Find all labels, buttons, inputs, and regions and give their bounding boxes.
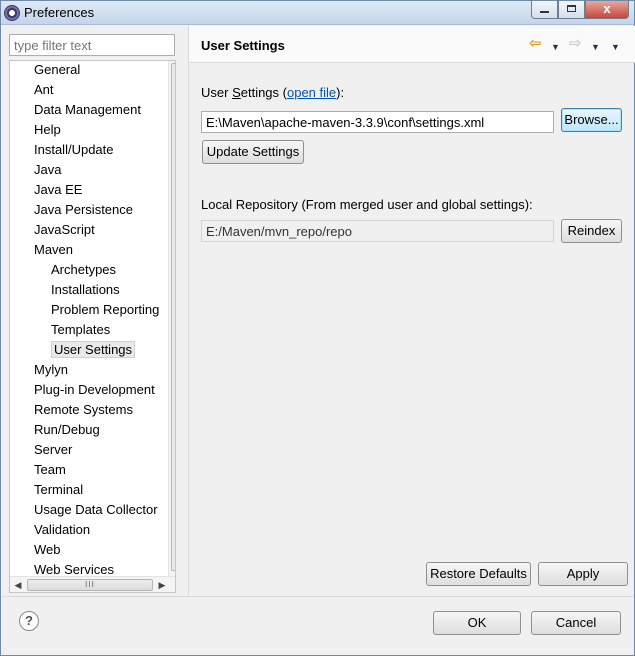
user-settings-label: User Settings (open file): [201,85,344,100]
tree-subitem[interactable]: User Settings [51,341,136,361]
tree-item[interactable]: Web [34,541,61,561]
tree-vertical-scrollbar[interactable] [168,61,176,576]
window-title: Preferences [24,5,95,20]
vertical-scroll-thumb[interactable] [171,63,176,571]
tree-subitem[interactable]: Archetypes [51,261,116,281]
tree-item-label: Java EE [34,182,83,197]
tree-item-label: Server [34,442,73,457]
tree-item-label: Web Services [34,562,114,577]
tree-item-label: Problem Reporting [51,302,160,317]
view-menu-icon[interactable]: ▼ [611,39,620,55]
tree-item-label: Terminal [34,482,84,497]
help-icon[interactable]: ? [19,611,39,631]
maximize-button[interactable] [558,1,585,19]
tree-subitem[interactable]: Templates [51,321,110,341]
tree-item-label: Install/Update [34,142,114,157]
tree-item-label: Java Persistence [34,202,133,217]
tree-item-label: JavaScript [34,222,95,237]
tree-item-label: Archetypes [51,262,117,277]
eclipse-icon [4,5,20,21]
tree-item-label: Maven [34,242,74,257]
minimize-icon [540,11,549,13]
tree-item-label: Installations [51,282,120,297]
page-title: User Settings [201,38,285,53]
tree-item-label: General [34,62,81,77]
preferences-tree: General Ant Data Management Help Install/Upd… [9,60,176,593]
title-bar: Preferences x [1,1,634,25]
local-repository-label: Local Repository (From merged user and g… [201,197,533,212]
tree-item-label: Mylyn [34,362,68,377]
tree-item[interactable]: Help [34,121,61,141]
update-settings-button[interactable]: Update Settings [202,140,304,164]
tree-item-label: Plug-in Development [34,382,155,397]
tree-item[interactable]: Server [34,441,72,461]
scroll-left-arrow-icon[interactable]: ◀ [10,577,26,592]
user-settings-label-prefix: User [201,85,233,100]
local-repository-field: E:/Maven/mvn_repo/repo [201,220,554,242]
user-settings-label-suffix: ): [336,85,345,100]
tree-item[interactable]: Ant [34,81,54,101]
browse-button[interactable]: Browse... [561,108,622,132]
tree-horizontal-scrollbar[interactable]: ◀ III ▶ [10,576,175,592]
tree-item-label: Data Management [34,102,141,117]
tree-item[interactable]: Usage Data Collector [34,501,158,521]
tree-item[interactable]: Java EE [34,181,82,201]
user-settings-label-mnemonic: S [232,85,241,100]
minimize-button[interactable] [531,1,558,19]
settings-file-field[interactable]: E:\Maven\apache-maven-3.3.9\conf\setting… [201,111,554,133]
scroll-right-arrow-icon[interactable]: ▶ [154,577,170,592]
scroll-grip-icon [175,295,176,303]
tree-item-label: Ant [34,82,54,97]
forward-arrow-icon[interactable]: ⇨ [569,36,582,52]
tree-item[interactable]: Validation [34,521,90,541]
tree-item-label: User Settings [51,341,136,358]
tree-item[interactable]: Install/Update [34,141,114,161]
tree-item-label: Usage Data Collector [34,502,158,517]
back-arrow-icon[interactable]: ⇦ [529,36,542,52]
back-dropdown-icon[interactable]: ▼ [551,39,560,55]
tree-item-label: Team [34,462,66,477]
filter-input[interactable] [9,34,175,56]
tree-item[interactable]: Remote Systems [34,401,133,421]
open-file-link[interactable]: open file [287,85,336,100]
tree-item[interactable]: Plug-in Development [34,381,155,401]
user-settings-label-rest: ettings ( [240,85,287,100]
content-header: User Settings ⇦ ▼ ⇨ ▼ ▼ [189,26,635,63]
restore-defaults-button[interactable]: Restore Defaults [426,562,531,586]
tree-item-label: Run/Debug [34,422,100,437]
tree-item[interactable]: Java Persistence [34,201,133,221]
tree-item[interactable]: General [34,61,80,81]
maximize-icon [567,5,576,12]
ok-button[interactable]: OK [433,611,521,635]
content-pane: User Settings ⇦ ▼ ⇨ ▼ ▼ User Settings (o… [188,26,635,595]
tree-item[interactable]: JavaScript [34,221,95,241]
preferences-window: Preferences x General Ant Data Management H… [0,0,635,656]
tree-item[interactable]: Java [34,161,61,181]
close-button[interactable]: x [585,1,629,19]
tree-item-label: Validation [34,522,91,537]
tree-subitem[interactable]: Problem Reporting [51,301,159,321]
tree-item[interactable]: Maven [34,241,73,261]
tree-item[interactable]: Mylyn [34,361,68,381]
tree-item[interactable]: Data Management [34,101,141,121]
horizontal-scroll-thumb[interactable]: III [27,579,153,591]
tree-item-label: Remote Systems [34,402,133,417]
tree-subitem[interactable]: Installations [51,281,120,301]
tree-item[interactable]: Run/Debug [34,421,100,441]
tree-item[interactable]: Terminal [34,481,83,501]
cancel-button[interactable]: Cancel [531,611,621,635]
footer-divider [2,596,634,597]
reindex-button[interactable]: Reindex [561,219,622,243]
forward-dropdown-icon[interactable]: ▼ [591,39,600,55]
tree-item-label: Java [34,162,62,177]
tree-item-label: Templates [51,322,111,337]
tree-item[interactable]: Team [34,461,66,481]
tree-item-label: Web [34,542,61,557]
tree-item-label: Help [34,122,61,137]
apply-button[interactable]: Apply [538,562,628,586]
